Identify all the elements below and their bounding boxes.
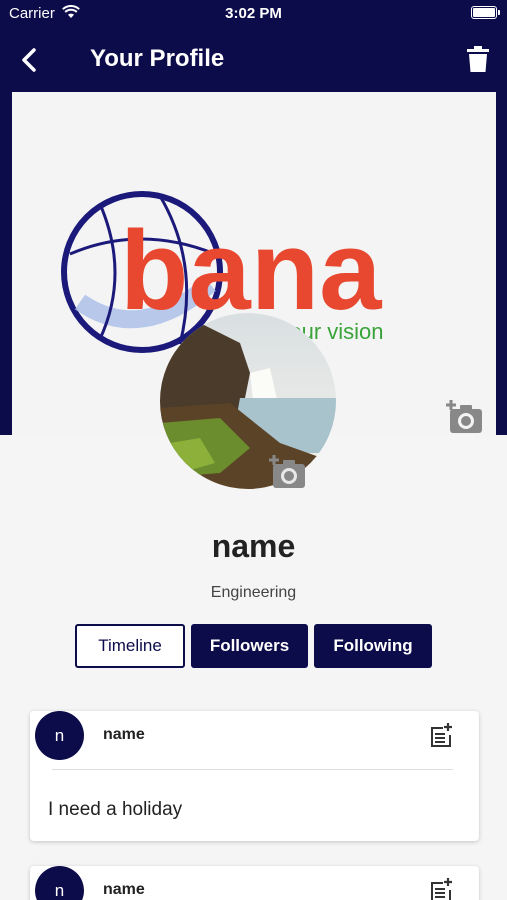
battery-icon <box>471 6 500 19</box>
post-author: name <box>103 881 145 898</box>
post-add-icon[interactable] <box>429 723 453 747</box>
trash-icon[interactable] <box>467 46 489 72</box>
post-text: I need a holiday <box>48 799 183 820</box>
tab-following[interactable]: Following <box>314 624 432 668</box>
chevron-left-icon[interactable] <box>16 46 44 74</box>
post-card: n name I need a holiday <box>30 711 479 841</box>
status-bar: Carrier 3:02 PM <box>0 0 507 28</box>
post-add-icon[interactable] <box>429 878 453 900</box>
clock: 3:02 PM <box>225 5 282 22</box>
post-card: n name <box>30 866 479 900</box>
tab-followers[interactable]: Followers <box>191 624 308 668</box>
profile-tabs: Timeline Followers Following <box>75 624 432 668</box>
post-avatar: n <box>35 711 84 760</box>
avatar-photo <box>160 313 336 489</box>
add-photo-icon[interactable] <box>445 400 483 434</box>
post-avatar: n <box>35 866 84 900</box>
tab-timeline[interactable]: Timeline <box>75 624 185 668</box>
page-title: Your Profile <box>90 45 225 72</box>
add-photo-icon[interactable] <box>268 455 306 489</box>
profile-avatar[interactable] <box>160 313 336 489</box>
profile-name: name <box>211 528 296 564</box>
post-divider <box>52 769 453 770</box>
nav-bar: Your Profile <box>0 28 507 92</box>
profile-department: Engineering <box>210 584 297 601</box>
post-author: name <box>103 726 145 743</box>
